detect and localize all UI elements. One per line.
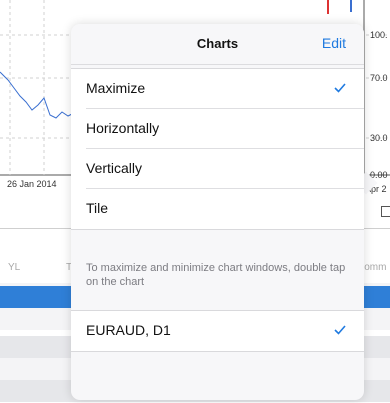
layout-option-horizontally[interactable]: Horizontally (71, 109, 364, 149)
popover-title: Charts (196, 36, 239, 51)
checkmark-icon (334, 83, 346, 93)
layout-options-group: Maximize Horizontally Vertically Tile (71, 68, 364, 230)
option-label: Vertically (86, 160, 143, 176)
edit-button[interactable]: Edit (322, 35, 346, 51)
layout-option-maximize[interactable]: Maximize (71, 69, 364, 109)
option-label: Tile (86, 200, 109, 216)
window-layout-icon[interactable] (381, 206, 390, 217)
option-label: Maximize (86, 80, 146, 96)
layout-option-tile[interactable]: Tile (71, 189, 364, 229)
y-tick-label: 70.0 (370, 73, 388, 83)
checkmark-icon (334, 325, 346, 335)
popover-header: Charts Edit (71, 24, 364, 65)
hint-text: To maximize and minimize chart windows, … (86, 262, 346, 288)
y-tick-label: 100. (370, 30, 388, 40)
charts-list-group: EURAUD, D1 (71, 310, 364, 352)
column-header: YL (8, 262, 21, 273)
x-tick-label: 26 Jan 2014 (7, 179, 57, 189)
y-tick-label: 30.0 (370, 133, 388, 143)
layout-option-vertically[interactable]: Vertically (71, 149, 364, 189)
option-label: Horizontally (86, 120, 160, 136)
chart-item-euraud-d1[interactable]: EURAUD, D1 (71, 311, 364, 351)
chart-item-label: EURAUD, D1 (86, 322, 171, 338)
charts-popover: Charts Edit Maximize Horizontally Vertic… (71, 24, 364, 400)
